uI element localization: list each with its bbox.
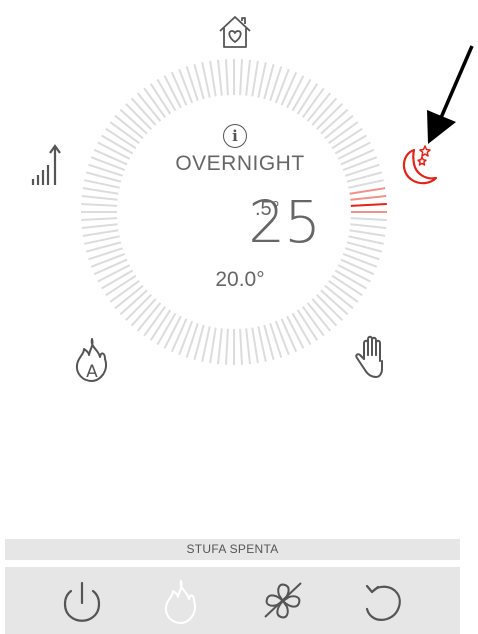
dial-tick bbox=[225, 328, 229, 365]
dial-tick bbox=[334, 269, 367, 290]
current-temperature-decimal: .5° bbox=[255, 198, 280, 220]
mode-label: OVERNIGHT bbox=[175, 152, 305, 175]
bottom-toolbar bbox=[5, 567, 460, 634]
dial-tick bbox=[337, 141, 371, 160]
power-button[interactable] bbox=[35, 567, 125, 634]
dial-tick bbox=[251, 327, 259, 364]
dial-tick bbox=[291, 79, 312, 112]
dial-tick bbox=[82, 187, 119, 195]
dial-tick bbox=[209, 60, 217, 97]
signal-power-icon[interactable] bbox=[28, 140, 72, 190]
dial-tick bbox=[81, 203, 118, 207]
dial-tick bbox=[286, 75, 305, 109]
arrow-pointer-icon bbox=[418, 40, 478, 150]
dial-tick bbox=[201, 62, 211, 98]
manual-hand-icon[interactable] bbox=[352, 333, 396, 381]
dial-tick bbox=[201, 326, 211, 362]
dial-tick bbox=[350, 223, 387, 229]
dial-tick bbox=[81, 195, 118, 201]
dial-tick bbox=[291, 312, 312, 345]
info-icon[interactable]: i bbox=[223, 124, 247, 148]
svg-text:A: A bbox=[86, 362, 98, 382]
dial-tick bbox=[349, 187, 386, 195]
dial-tick bbox=[156, 79, 177, 112]
dial-tick bbox=[225, 59, 229, 96]
dial-tick bbox=[217, 59, 223, 96]
dial-tick bbox=[81, 223, 118, 229]
dial-tick bbox=[239, 59, 243, 96]
dial-tick bbox=[82, 229, 119, 237]
auto-flame-icon[interactable]: A bbox=[70, 335, 114, 385]
dial-tick bbox=[280, 318, 298, 353]
dial-tick bbox=[340, 148, 375, 166]
fan-button[interactable] bbox=[235, 567, 325, 634]
dial-tick bbox=[245, 59, 251, 96]
dial-tick bbox=[286, 315, 305, 349]
dial-tick bbox=[350, 195, 387, 201]
dial-tick bbox=[209, 327, 217, 364]
dial-tick bbox=[280, 71, 298, 106]
flame-icon bbox=[164, 580, 196, 624]
dial-tick bbox=[170, 318, 188, 353]
dial-tick bbox=[97, 264, 131, 283]
dial-tick bbox=[81, 217, 118, 221]
reset-button[interactable] bbox=[335, 567, 425, 634]
dial-tick bbox=[156, 312, 177, 345]
dial-tick bbox=[217, 328, 223, 365]
dial-tick bbox=[101, 269, 134, 290]
dial-tick bbox=[84, 235, 120, 245]
dial-tick bbox=[257, 62, 267, 98]
dial-tick bbox=[348, 179, 384, 189]
dial-tick bbox=[84, 179, 120, 189]
dial-tick bbox=[170, 71, 188, 106]
dial-tick bbox=[163, 315, 182, 349]
reset-icon bbox=[365, 584, 401, 621]
home-heart-icon[interactable] bbox=[215, 12, 255, 52]
set-temperature: 20.0° bbox=[215, 268, 265, 291]
dial-tick bbox=[163, 75, 182, 109]
dial-tick bbox=[245, 328, 251, 365]
dial-tick bbox=[349, 229, 386, 237]
dial-tick bbox=[350, 217, 387, 221]
dial-tick bbox=[93, 258, 128, 276]
dial-tick bbox=[251, 60, 259, 97]
power-icon bbox=[63, 581, 101, 622]
dial-tick bbox=[334, 134, 367, 155]
dial-tick bbox=[97, 141, 131, 160]
dial-tick bbox=[239, 328, 243, 365]
flame-button[interactable] bbox=[135, 567, 225, 634]
dial-tick bbox=[337, 264, 371, 283]
fan-off-icon bbox=[264, 582, 302, 619]
dial-tick bbox=[348, 235, 384, 245]
dial-tick bbox=[350, 203, 387, 207]
dial-tick bbox=[93, 148, 128, 166]
dial-tick bbox=[257, 326, 267, 362]
current-temperature: 25 bbox=[248, 188, 321, 256]
status-bar: STUFA SPENTA bbox=[5, 539, 460, 560]
dial-tick bbox=[101, 134, 134, 155]
dial-tick bbox=[340, 258, 375, 276]
